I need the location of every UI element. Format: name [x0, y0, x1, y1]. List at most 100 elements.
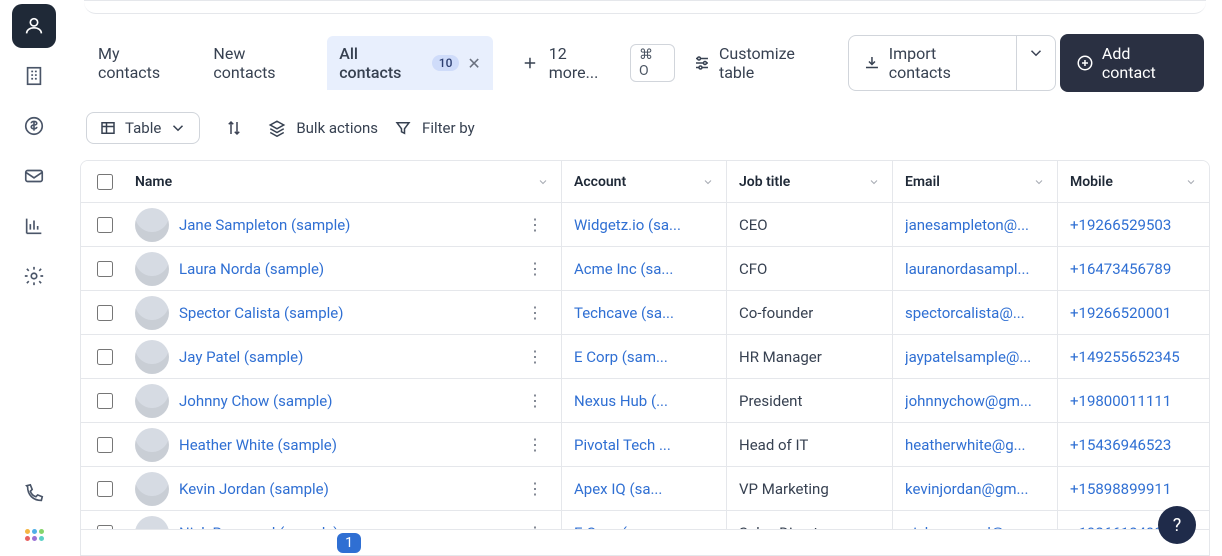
- gear-icon: [23, 265, 45, 287]
- mobile-link[interactable]: +16473456789: [1070, 260, 1171, 278]
- mobile-link[interactable]: +15436946523: [1070, 436, 1171, 454]
- account-link[interactable]: E Corp (sam...: [574, 524, 668, 530]
- page-current[interactable]: 1: [337, 533, 361, 553]
- mobile-link[interactable]: +19800011111: [1070, 392, 1171, 410]
- tabs-row: My contacts New contacts All contacts 10…: [68, 14, 1222, 100]
- row-checkbox[interactable]: [97, 393, 113, 409]
- sidebar-item-deals[interactable]: [12, 104, 56, 148]
- row-menu-button[interactable]: ⋮: [521, 299, 549, 326]
- row-checkbox[interactable]: [97, 217, 113, 233]
- sidebar-item-settings[interactable]: [12, 254, 56, 298]
- chevron-down-icon[interactable]: [1185, 176, 1197, 188]
- row-menu-button[interactable]: ⋮: [521, 343, 549, 370]
- job-title: VP Marketing: [739, 480, 829, 498]
- email-link[interactable]: johnnychow@gm...: [905, 392, 1032, 410]
- col-name-header[interactable]: Name: [135, 174, 172, 190]
- row-menu-button[interactable]: ⋮: [521, 255, 549, 282]
- account-link[interactable]: Acme Inc (sa...: [574, 260, 673, 278]
- col-mobile-header[interactable]: Mobile: [1070, 174, 1113, 190]
- close-icon[interactable]: ✕: [467, 54, 480, 73]
- account-link[interactable]: Widgetz.io (sa...: [574, 216, 681, 234]
- sidebar-item-phone[interactable]: [12, 472, 56, 516]
- col-account-header[interactable]: Account: [574, 174, 626, 190]
- sidebar-item-inbox[interactable]: [12, 154, 56, 198]
- chevron-down-icon[interactable]: [1033, 176, 1045, 188]
- row-menu-button[interactable]: ⋮: [521, 211, 549, 238]
- row-checkbox[interactable]: [97, 349, 113, 365]
- col-email-header[interactable]: Email: [905, 174, 940, 190]
- account-link[interactable]: Nexus Hub (...: [574, 392, 668, 410]
- main: My contacts New contacts All contacts 10…: [68, 0, 1222, 556]
- mobile-link[interactable]: +19266529503: [1070, 216, 1171, 234]
- view-mode-button[interactable]: Table: [86, 112, 200, 144]
- avatar: [135, 428, 169, 462]
- row-checkbox[interactable]: [97, 437, 113, 453]
- row-menu-button[interactable]: ⋮: [521, 519, 549, 529]
- chevron-down-icon[interactable]: [702, 176, 714, 188]
- tab-new-contacts[interactable]: New contacts: [201, 36, 323, 90]
- contact-name-link[interactable]: Nick Raymond (sample): [179, 524, 339, 530]
- mobile-link[interactable]: +149255652345: [1070, 348, 1180, 366]
- account-link[interactable]: Pivotal Tech ...: [574, 436, 671, 454]
- sort-icon: [225, 119, 243, 137]
- sliders-icon: [693, 54, 711, 72]
- sidebar: [0, 0, 68, 556]
- email-link[interactable]: spectorcalista@...: [905, 304, 1025, 322]
- mobile-link[interactable]: +19266184935: [1070, 524, 1171, 530]
- sidebar-item-reports[interactable]: [12, 204, 56, 248]
- row-menu-button[interactable]: ⋮: [521, 475, 549, 502]
- mail-icon: [23, 165, 45, 187]
- row-checkbox[interactable]: [97, 481, 113, 497]
- select-all-checkbox[interactable]: [97, 174, 113, 190]
- import-contacts-button[interactable]: Import contacts: [848, 35, 1016, 91]
- chevron-down-icon[interactable]: [868, 176, 880, 188]
- account-link[interactable]: Techcave (sa...: [574, 304, 674, 322]
- contact-name-link[interactable]: Johnny Chow (sample): [179, 392, 333, 410]
- contact-name-link[interactable]: Jay Patel (sample): [179, 348, 303, 366]
- contact-name-link[interactable]: Spector Calista (sample): [179, 304, 343, 322]
- mobile-link[interactable]: +19266520001: [1070, 304, 1171, 322]
- bulk-actions-button[interactable]: Bulk actions: [268, 119, 378, 137]
- contact-name-link[interactable]: Kevin Jordan (sample): [179, 480, 329, 498]
- tab-all-contacts[interactable]: All contacts 10 ✕: [327, 36, 493, 90]
- app-switcher-icon[interactable]: [23, 524, 45, 546]
- email-link[interactable]: nickraymond@g...: [905, 524, 1025, 530]
- email-link[interactable]: heatherwhite@g...: [905, 436, 1026, 454]
- account-link[interactable]: E Corp (sam...: [574, 348, 668, 366]
- email-link[interactable]: jaypatelsample@...: [905, 348, 1031, 366]
- table-row: Nick Raymond (sample)⋮E Corp (sam...Sale…: [81, 511, 1209, 529]
- avatar: [135, 340, 169, 374]
- col-job-header[interactable]: Job title: [739, 174, 790, 190]
- tab-my-contacts[interactable]: My contacts: [86, 36, 197, 90]
- customize-table-button[interactable]: Customize table: [683, 38, 844, 88]
- contact-name-link[interactable]: Jane Sampleton (sample): [179, 216, 350, 234]
- contact-name-link[interactable]: Laura Norda (sample): [179, 260, 324, 278]
- top-strip: [84, 0, 1206, 14]
- building-icon: [23, 65, 45, 87]
- sidebar-item-accounts[interactable]: [12, 54, 56, 98]
- mobile-link[interactable]: +15898899911: [1070, 480, 1171, 498]
- add-contact-button[interactable]: Add contact: [1060, 34, 1204, 92]
- row-menu-button[interactable]: ⋮: [521, 387, 549, 414]
- filter-label: Filter by: [422, 119, 475, 137]
- table-body: Jane Sampleton (sample) ⋮ Widgetz.io (sa..…: [81, 203, 1209, 529]
- account-link[interactable]: Apex IQ (sa...: [574, 480, 662, 498]
- table-row: Jane Sampleton (sample) ⋮ Widgetz.io (sa..…: [81, 203, 1209, 247]
- filter-button[interactable]: Filter by: [394, 119, 475, 137]
- row-checkbox[interactable]: [97, 261, 113, 277]
- row-menu-button[interactable]: ⋮: [521, 431, 549, 458]
- help-button[interactable]: ?: [1158, 506, 1196, 544]
- contact-name-link[interactable]: Heather White (sample): [179, 436, 337, 454]
- import-dropdown[interactable]: [1016, 35, 1056, 91]
- chevron-down-icon[interactable]: [537, 176, 549, 188]
- customize-label: Customize table: [719, 44, 834, 82]
- email-link[interactable]: kevinjordan@gm...: [905, 480, 1028, 498]
- sort-button[interactable]: [216, 110, 252, 146]
- sidebar-item-contacts[interactable]: [12, 4, 56, 48]
- row-checkbox[interactable]: [97, 305, 113, 321]
- email-link[interactable]: lauranordasampl...: [905, 260, 1029, 278]
- more-views[interactable]: 12 more... ⌘ O: [521, 44, 675, 82]
- avatar: [135, 472, 169, 506]
- avatar: [135, 252, 169, 286]
- email-link[interactable]: janesampleton@...: [905, 216, 1029, 234]
